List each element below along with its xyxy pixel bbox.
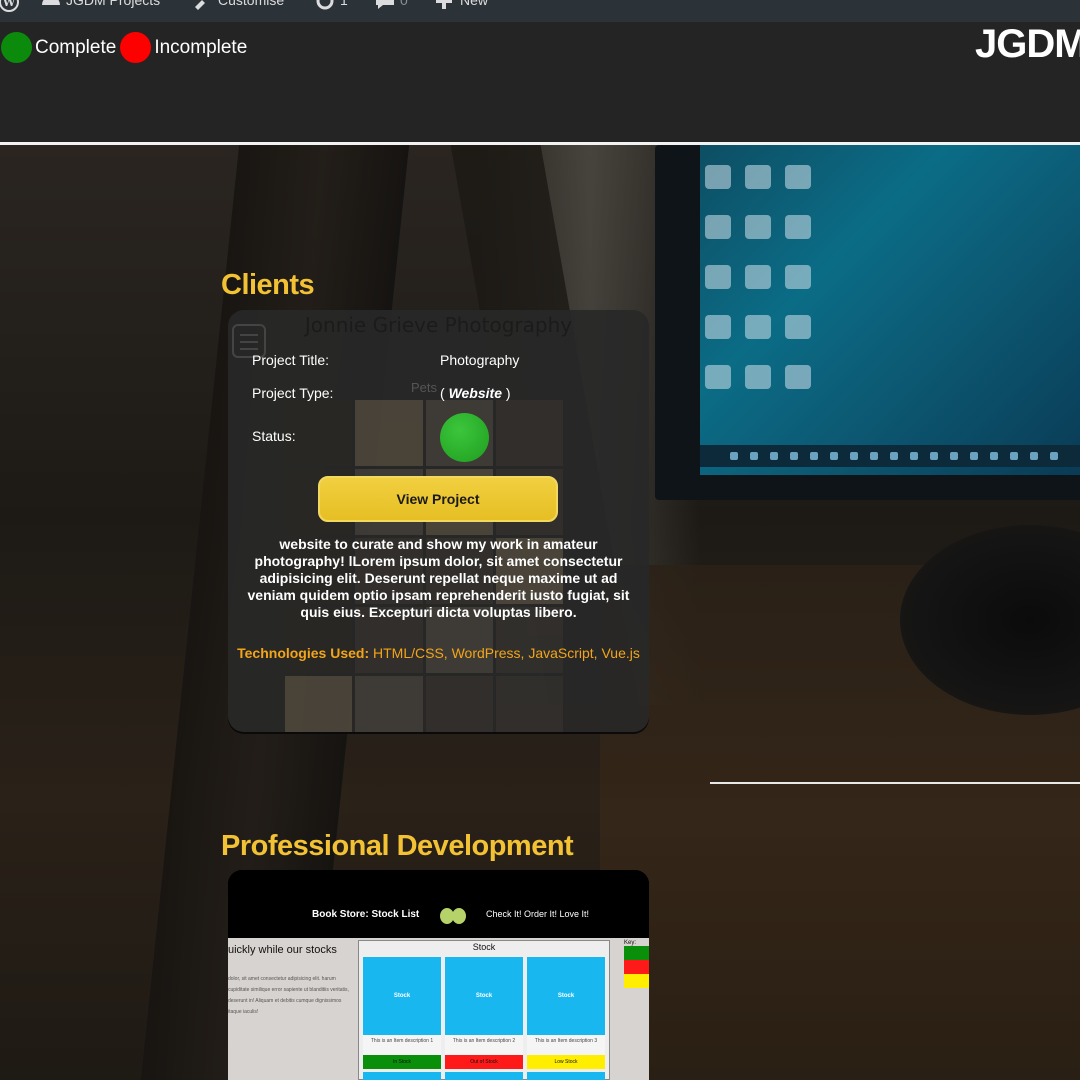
site-name-menu[interactable]: JGDM Projects (40, 0, 160, 9)
stock-item: Stock This is an Item description 1 In S… (363, 957, 441, 1080)
project-title-label: Project Title: (252, 352, 330, 368)
technologies-label: Technologies Used: (237, 645, 370, 661)
customise-link[interactable]: Customise (192, 0, 285, 10)
type-close-paren: ) (502, 385, 511, 401)
view-project-button[interactable]: View Project (318, 476, 558, 522)
svg-text:W: W (2, 0, 16, 9)
stock-status-badge: Low Stock (527, 1055, 605, 1069)
project-type-text: Website (448, 385, 502, 401)
technologies-value: HTML/CSS, WordPress, JavaScript, Vue.js (373, 645, 640, 661)
stock-key: Key: (624, 938, 649, 1080)
status-key: Complete Incomplete (0, 32, 247, 63)
stock-item: Stock This is an Item description 2 Out … (445, 957, 523, 1080)
incomplete-key-dot (120, 32, 152, 63)
stock-item: Stock This is an Item description 3 Low … (527, 957, 605, 1080)
site-name-label: JGDM Projects (66, 0, 161, 8)
key-in-stock-swatch (624, 946, 649, 960)
clients-heading: Clients (221, 269, 315, 301)
stock-status-badge: Out of Stock (445, 1055, 523, 1069)
wp-logo-menu[interactable]: W (0, 0, 19, 12)
dashboard-icon (40, 0, 60, 9)
wordpress-icon: W (0, 0, 19, 12)
stock-tile: Stock (445, 957, 523, 1035)
hero-background-photo: Clients Jonnie Grieve Photography Pets P… (0, 145, 1080, 1080)
butterfly-logo-icon (440, 908, 468, 924)
bookstore-lead-text: uickly while our stocks (228, 944, 337, 956)
updates-count: 1 (340, 0, 348, 8)
key-out-of-stock-swatch (624, 960, 649, 974)
complete-key-label: Complete (35, 36, 117, 58)
bookstore-tagline: Check It! Order It! Love It! (486, 909, 590, 919)
comments-count: 0 (400, 0, 408, 8)
type-open-paren: ( (440, 385, 449, 401)
complete-key-dot (1, 32, 32, 63)
technologies-used: Technologies Used: HTML/CSS, WordPress, … (228, 645, 649, 661)
stock-list-panel: Stock Stock This is an Item description … (358, 940, 610, 1080)
stock-item-description: This is an Item description 2 (445, 1035, 523, 1055)
wp-admin-bar: W JGDM Projects Customise 1 0 New (0, 0, 1080, 22)
project-card-photography: Jonnie Grieve Photography Pets Project T… (228, 310, 649, 732)
new-label: New (460, 0, 489, 8)
project-title-value: Photography (440, 352, 520, 368)
project-type-value: ( Website ) (440, 385, 511, 401)
bookstore-body-text: dolor, sit amet consectetur adipisicing … (228, 976, 349, 1015)
site-header: Complete Incomplete JGDM (0, 22, 1080, 142)
screenshot-menu-label: Pets (411, 380, 438, 395)
section-divider (710, 782, 1080, 784)
site-logo[interactable]: JGDM (975, 22, 1080, 67)
stock-item-description: This is an Item description 3 (527, 1035, 605, 1055)
comments-link[interactable]: 0 (374, 0, 408, 9)
stock-item-description: This is an Item description 1 (363, 1035, 441, 1055)
updates-link[interactable]: 1 (314, 0, 348, 10)
incomplete-key-label: Incomplete (154, 36, 248, 58)
updates-icon (314, 0, 334, 10)
comment-icon (374, 0, 394, 9)
status-complete-indicator (440, 413, 489, 462)
new-content-menu[interactable]: New (434, 0, 488, 9)
brush-icon (192, 0, 212, 10)
professional-development-heading: Professional Development (221, 830, 574, 862)
screenshot-site-title: Jonnie Grieve Photography (304, 313, 573, 337)
stock-title: Stock (472, 942, 496, 952)
project-description: website to curate and show my work in am… (247, 536, 630, 620)
customise-label: Customise (218, 0, 285, 8)
plus-icon (434, 0, 454, 9)
project-type-label: Project Type: (252, 385, 334, 401)
stock-status-badge: In Stock (363, 1055, 441, 1069)
status-label: Status: (252, 428, 296, 444)
bookstore-site-title: Book Store: Stock List (312, 909, 420, 920)
stock-tile: Stock (527, 957, 605, 1035)
key-low-stock-swatch (624, 974, 649, 988)
project-card-bookstore[interactable]: Book Store: Stock List Check It! Order I… (228, 870, 649, 1080)
stock-tile: Stock (363, 957, 441, 1035)
monitor-screen (700, 145, 1080, 475)
